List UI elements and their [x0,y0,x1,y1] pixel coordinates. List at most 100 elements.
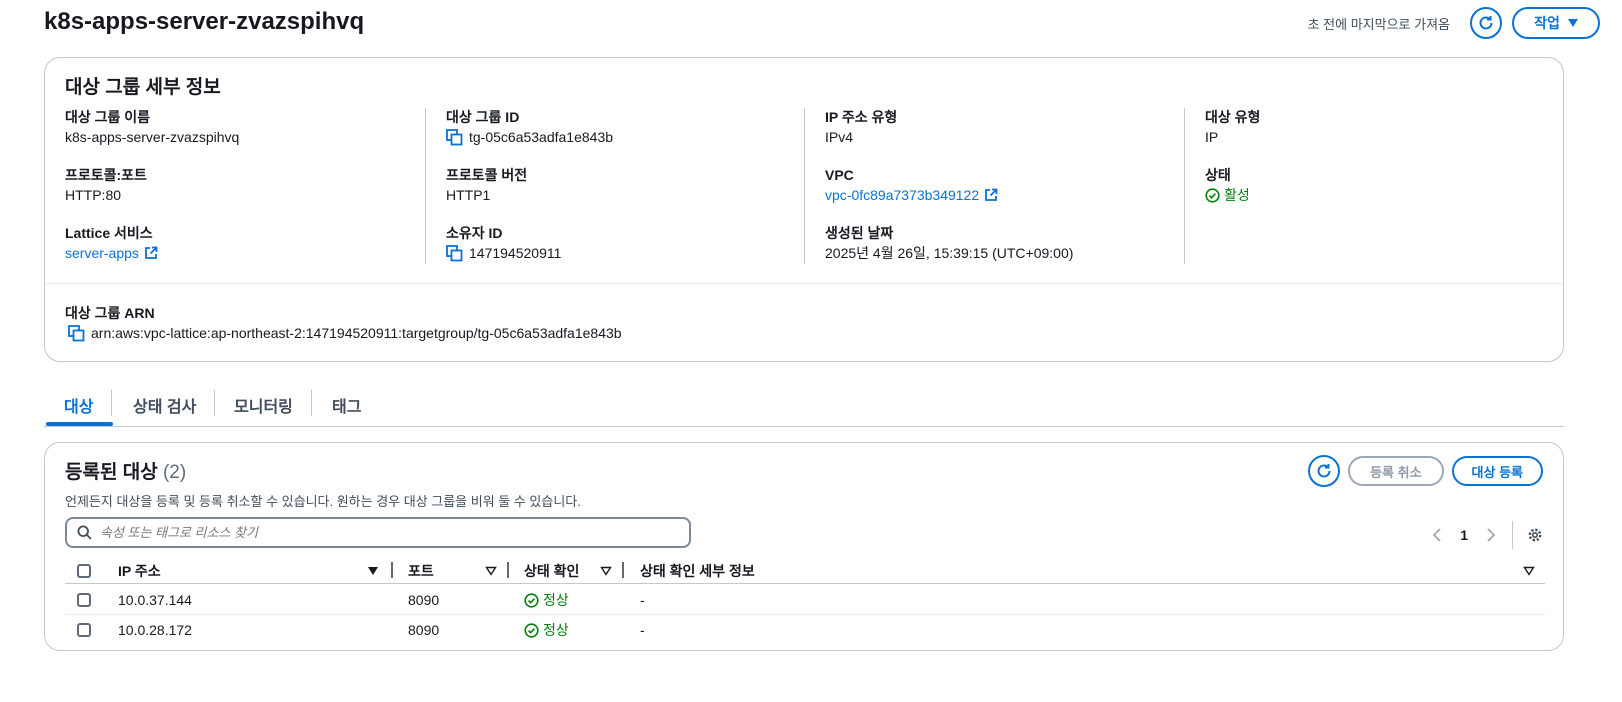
column-separator [507,562,509,578]
details-col-1: 대상 그룹 이름 k8s-apps-server-zvazspihvq 프로토콜… [45,108,425,264]
details-col-3: IP 주소 유형 IPv4 VPC vpc-0fc89a7373b349122 … [804,108,1184,264]
ip-type-value: IPv4 [825,129,854,145]
protocol-port-label: 프로토콜:포트 [65,167,147,183]
sort-icon[interactable] [600,566,612,576]
status-check-icon [524,622,539,638]
vpc-link[interactable]: vpc-0fc89a7373b349122 [825,185,979,205]
tab-tags[interactable]: 태그 [332,384,361,426]
copy-icon[interactable] [446,128,463,146]
field-arn: 대상 그룹 ARN arn:aws:vpc-lattice:ap-northea… [65,304,622,343]
field-created: 생성된 날짜 2025년 4월 26일, 15:39:15 (UTC+09:00… [825,224,1073,263]
deregister-button[interactable]: 등록 취소 [1348,456,1444,486]
table-row[interactable]: 10.0.37.144 8090 정상 - [65,585,1545,615]
external-link-icon[interactable] [984,188,998,202]
cell-port: 8090 [408,622,440,638]
register-targets-button[interactable]: 대상 등록 [1451,456,1543,486]
table-row[interactable]: 10.0.28.172 8090 정상 - [65,615,1545,645]
target-group-details-card: 대상 그룹 세부 정보 대상 그룹 이름 k8s-apps-server-zva… [44,57,1564,362]
select-all-checkbox[interactable] [77,564,91,578]
tg-id-label: 대상 그룹 ID [446,109,520,125]
tab-monitoring[interactable]: 모니터링 [234,384,293,426]
lattice-label: Lattice 서비스 [65,225,153,241]
registered-targets-card: 등록된 대상 (2) 언제든지 대상을 등록 및 등록 취소할 수 있습니다. … [44,442,1564,651]
created-value: 2025년 4월 26일, 15:39:15 (UTC+09:00) [825,245,1074,261]
tab-health-checks[interactable]: 상태 검사 [133,384,196,426]
pager-divider [1512,521,1513,549]
search-input[interactable] [100,525,660,540]
caret-down-icon [1567,19,1578,27]
col-health-status[interactable]: 상태 확인 [524,558,579,584]
sort-icon[interactable] [485,566,497,576]
col-health-details[interactable]: 상태 확인 세부 정보 [640,558,755,584]
targets-actions: 등록 취소 대상 등록 [1308,455,1543,487]
owner-label: 소유자 ID [446,225,503,241]
field-lattice-service: Lattice 서비스 server-apps [65,224,158,263]
field-tg-id: 대상 그룹 ID tg-05c6a53adfa1e843b [446,108,613,147]
targets-description: 언제든지 대상을 등록 및 등록 취소할 수 있습니다. 원하는 경우 대상 그… [65,494,581,509]
row-checkbox[interactable] [77,593,91,607]
ip-type-label: IP 주소 유형 [825,109,898,125]
health-status-text: 정상 [543,622,569,638]
tab-separator [311,390,312,416]
cell-health-details: - [640,622,645,638]
sort-icon[interactable] [367,566,379,576]
refresh-icon [1317,464,1331,478]
field-tg-name: 대상 그룹 이름 k8s-apps-server-zvazspihvq [65,108,239,147]
sort-icon[interactable] [1523,566,1535,576]
arn-value: arn:aws:vpc-lattice:ap-northeast-2:14719… [91,325,622,341]
cell-health: 정상 [524,615,569,645]
field-protocol-port: 프로토콜:포트 HTTP:80 [65,166,147,205]
vpc-label: VPC [825,167,854,183]
row-checkbox[interactable] [77,623,91,637]
field-owner-id: 소유자 ID 147194520911 [446,224,561,263]
col-ip-address[interactable]: IP 주소 [118,558,161,584]
row-checkbox-cell [77,585,91,615]
protocol-version-value: HTTP1 [446,187,491,203]
cell-ip: 10.0.28.172 [118,622,192,638]
field-status: 상태 활성 [1205,166,1250,205]
last-fetched-text: 초 전에 마지막으로 가져옴 [1307,16,1450,32]
pagination: 1 [1432,521,1543,549]
targets-count: (2) [162,462,187,483]
copy-icon[interactable] [446,244,463,262]
protocol-version-label: 프로토콜 버전 [446,167,528,183]
refresh-button[interactable] [1470,7,1502,39]
external-link-icon[interactable] [144,246,158,260]
settings-icon[interactable] [1527,527,1543,543]
details-columns: 대상 그룹 이름 k8s-apps-server-zvazspihvq 프로토콜… [45,108,1563,264]
page-title: k8s-apps-server-zvazspihvq [44,8,365,35]
chevron-right-icon[interactable] [1486,528,1496,542]
row-checkbox-cell [77,615,91,645]
details-title: 대상 그룹 세부 정보 [65,77,221,98]
cell-port: 8090 [408,592,440,608]
search-icon [77,525,92,540]
created-label: 생성된 날짜 [825,225,894,241]
field-target-type: 대상 유형 IP [1205,108,1260,147]
page-header-actions: 초 전에 마지막으로 가져옴 작업 [1308,7,1600,39]
chevron-left-icon[interactable] [1432,528,1442,542]
page-number[interactable]: 1 [1460,527,1468,543]
select-all-checkbox-cell [77,558,91,584]
tab-separator [214,390,215,416]
field-ip-type: IP 주소 유형 IPv4 [825,108,897,147]
copy-icon[interactable] [68,324,85,342]
col-port[interactable]: 포트 [408,558,434,584]
targets-title-text: 등록된 대상 [65,462,158,483]
cell-health: 정상 [524,585,569,615]
refresh-icon [1479,16,1493,30]
cell-health-details: - [640,592,645,608]
refresh-targets-button[interactable] [1308,455,1341,487]
lattice-service-link[interactable]: server-apps [65,243,139,263]
actions-button[interactable]: 작업 [1512,7,1600,39]
field-vpc: VPC vpc-0fc89a7373b349122 [825,166,998,205]
tg-name-label: 대상 그룹 이름 [65,109,151,125]
tab-list: 대상 상태 검사 모니터링 태그 [44,384,1564,427]
actions-button-label: 작업 [1534,15,1560,31]
targets-title: 등록된 대상 (2) [65,457,186,484]
status-value: 활성 [1224,187,1250,203]
details-col-4: 대상 유형 IP 상태 활성 [1184,108,1564,264]
column-separator [622,562,624,578]
field-protocol-version: 프로토콜 버전 HTTP1 [446,166,527,205]
target-type-label: 대상 유형 [1205,109,1261,125]
tab-targets[interactable]: 대상 [64,384,93,426]
